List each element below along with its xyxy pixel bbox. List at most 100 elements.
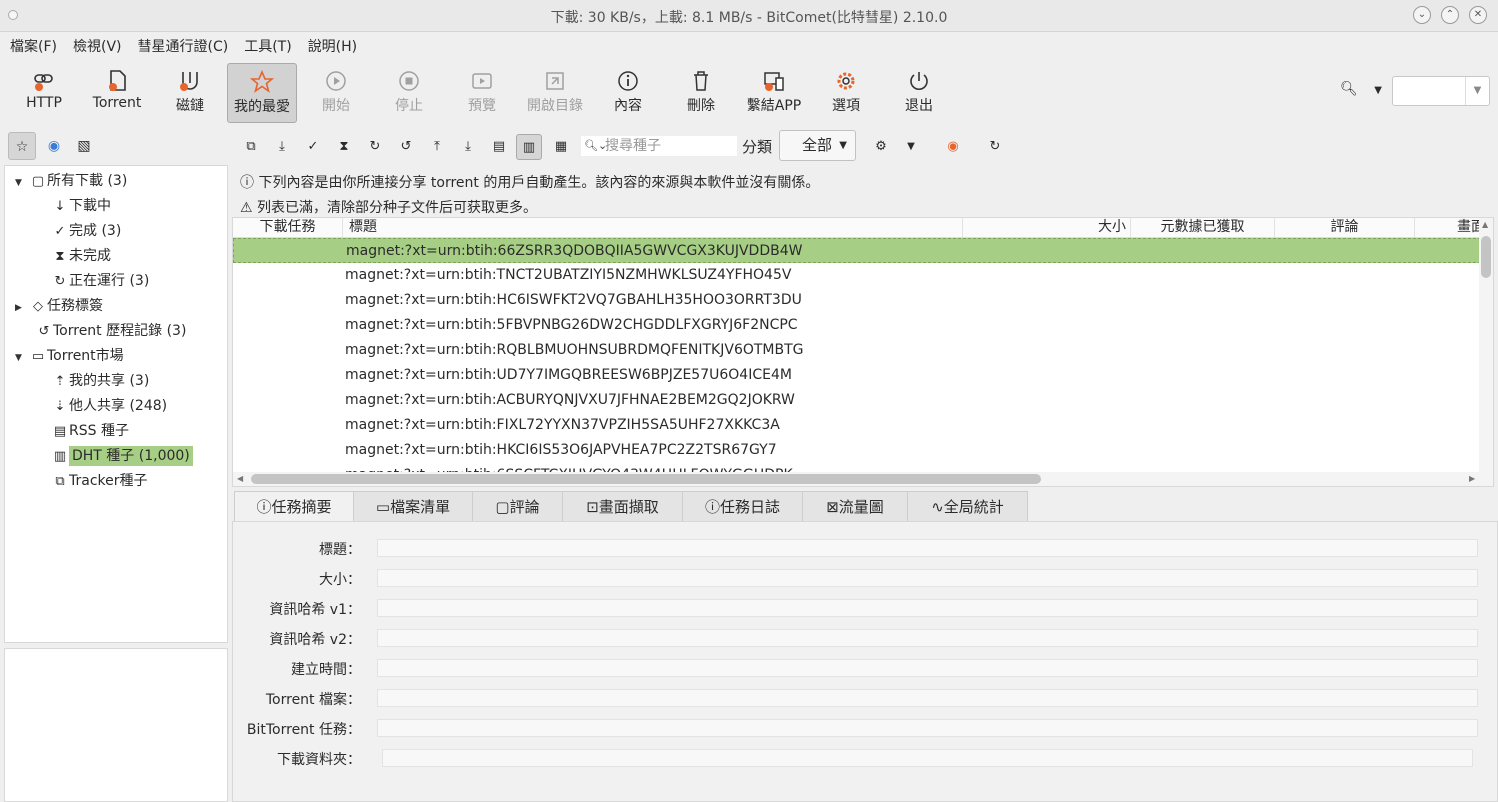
- collapsed-arrow-icon[interactable]: ▶: [15, 296, 29, 320]
- tree-rss[interactable]: ▤ RSS 種子: [51, 419, 129, 443]
- tracker-file-icon[interactable]: ▦: [548, 134, 574, 160]
- tree-tags[interactable]: ▶ ◇ 任務標簽: [15, 294, 103, 318]
- link-app-button[interactable]: 繫結APP: [742, 63, 806, 123]
- tree-downloading[interactable]: ↓ 下載中: [51, 194, 111, 218]
- expand-arrow-icon[interactable]: ▼: [15, 171, 29, 195]
- start-button[interactable]: 開始: [312, 63, 360, 123]
- tab-traffic-chart[interactable]: ⊠流量圖: [802, 491, 908, 522]
- collapse-icon[interactable]: ⌄: [1413, 6, 1431, 24]
- reload-icon[interactable]: ↻: [982, 134, 1008, 160]
- detail-label-infohash-v2: 資訊哈希 v2：: [269, 632, 361, 648]
- settings-dropdown-icon[interactable]: ▼: [898, 134, 924, 160]
- stop-button[interactable]: 停止: [385, 63, 433, 123]
- toolbar-combo[interactable]: ▼: [1392, 76, 1490, 106]
- tab-global-stats[interactable]: ∿全局統計: [907, 491, 1028, 522]
- scroll-right-icon[interactable]: ▶: [1469, 474, 1475, 483]
- tag-icon: ◇: [33, 299, 43, 314]
- table-row[interactable]: magnet:?xt=urn:btih:HC6ISWFKT2VQ7GBAHLH3…: [233, 288, 1481, 313]
- table-row[interactable]: magnet:?xt=urn:btih:TNCT2UBATZIYI5NZMHWK…: [233, 263, 1481, 288]
- properties-button[interactable]: 內容: [604, 63, 652, 123]
- table-row[interactable]: magnet:?xt=urn:btih:5FBVPNBG26DW2CHGDDLF…: [233, 313, 1481, 338]
- table-row[interactable]: magnet:?xt=urn:btih:66ZSRR3QDOBQIIA5GWVC…: [233, 238, 1481, 263]
- search-dropdown-icon[interactable]: ▼: [1374, 85, 1382, 96]
- hourglass-icon[interactable]: ⧗: [331, 134, 357, 160]
- check-icon[interactable]: ✓: [300, 134, 326, 160]
- column-header-task[interactable]: 下載任務: [233, 218, 343, 238]
- download-line-icon[interactable]: ⤓: [455, 134, 481, 160]
- table-row[interactable]: magnet:?xt=urn:btih:ACBURYQNJVXU7JFHNAE2…: [233, 388, 1481, 413]
- scroll-left-icon[interactable]: ◀: [237, 474, 243, 483]
- preview-button[interactable]: 預覽: [458, 63, 506, 123]
- magnet-button[interactable]: 磁鏈: [164, 63, 216, 123]
- download-icon[interactable]: ⤓: [269, 134, 295, 160]
- scroll-up-icon[interactable]: ▲: [1482, 220, 1488, 229]
- column-header-metadata[interactable]: 元數據已獲取: [1131, 218, 1275, 238]
- column-header-screenshot[interactable]: 畫面: [1415, 218, 1485, 238]
- table-row[interactable]: magnet:?xt=urn:btih:RQBLBMUOHNSUBRDMQFEN…: [233, 338, 1481, 363]
- horizontal-scroll-thumb[interactable]: [251, 474, 1041, 484]
- record-icon[interactable]: ◉: [940, 134, 966, 160]
- dht-file-icon[interactable]: ▥: [516, 134, 542, 160]
- chevron-down-icon[interactable]: ▼: [1465, 77, 1489, 105]
- detail-label-size: 大小：: [319, 572, 361, 588]
- toolbar-search-icon[interactable]: 🔍︎ ▼: [1340, 81, 1382, 97]
- download-arrow-icon: ⇣: [54, 399, 66, 414]
- close-icon[interactable]: ✕: [1469, 6, 1487, 24]
- tree-tracker[interactable]: ⧉ Tracker種子: [51, 469, 147, 493]
- expand-arrow-icon[interactable]: ▼: [15, 346, 29, 370]
- tree-dht[interactable]: ▥ DHT 種子 (1,000): [51, 444, 193, 468]
- column-header-size[interactable]: 大小: [963, 218, 1131, 238]
- tab-summary[interactable]: ⓘ任務摘要: [234, 491, 354, 523]
- settings-gear-icon[interactable]: ⚙: [868, 134, 894, 160]
- search-extra-field[interactable]: [715, 136, 737, 156]
- torrent-search-input[interactable]: 🔍︎⌄ 搜尋種子: [581, 136, 715, 156]
- torrent-button[interactable]: Torrent: [86, 63, 148, 123]
- tree-completed[interactable]: ✓ 完成 (3): [51, 219, 122, 243]
- restore-icon[interactable]: ⌃: [1441, 6, 1459, 24]
- menu-file[interactable]: 檔案(F): [0, 33, 63, 56]
- tree-running[interactable]: ↻ 正在運行 (3): [51, 269, 150, 293]
- column-header-title[interactable]: 標題: [343, 218, 963, 238]
- tab-screenshots[interactable]: ⊡畫面擷取: [562, 491, 683, 522]
- upload-icon[interactable]: ⤒: [424, 134, 450, 160]
- refresh-icon[interactable]: ↻: [362, 134, 388, 160]
- tree-market[interactable]: ▼ ▭ Torrent市場: [15, 344, 124, 368]
- menu-help[interactable]: 說明(H): [298, 33, 363, 56]
- http-button[interactable]: HTTP: [16, 63, 72, 123]
- history-icon[interactable]: ↺: [393, 134, 419, 160]
- menu-view[interactable]: 檢視(V): [63, 33, 128, 56]
- table-row[interactable]: magnet:?xt=urn:btih:UD7Y7IMGQBREESW6BPJZ…: [233, 363, 1481, 388]
- column-header-comments[interactable]: 評論: [1275, 218, 1415, 238]
- rss-file-icon[interactable]: ▤: [486, 134, 512, 160]
- tree-history[interactable]: ↺ Torrent 歷程記錄 (3): [35, 319, 187, 343]
- menu-tools[interactable]: 工具(T): [234, 33, 297, 56]
- rss-file-icon: ▤: [53, 424, 67, 439]
- table-row[interactable]: magnet:?xt=urn:btih:FIXL72YYXN37VPZIH5SA…: [233, 413, 1481, 438]
- tracker-icon: ⧉: [55, 474, 65, 489]
- exit-button[interactable]: 退出: [895, 63, 943, 123]
- tree-others-shares[interactable]: ⇣ 他人共享 (248): [51, 394, 168, 418]
- horizontal-scrollbar[interactable]: ◀ ▶: [233, 472, 1493, 486]
- vertical-scrollbar[interactable]: ▲: [1479, 218, 1493, 472]
- tab-file-list[interactable]: ▭檔案清單: [353, 491, 473, 522]
- tree-incomplete[interactable]: ⧗ 未完成: [51, 244, 111, 268]
- favorites-button[interactable]: 我的最愛: [227, 63, 297, 123]
- vertical-scroll-thumb[interactable]: [1481, 236, 1491, 278]
- category-label: 分類: [742, 138, 773, 156]
- options-button[interactable]: 選項: [822, 63, 870, 123]
- favorites-view-button[interactable]: ☆: [8, 132, 36, 160]
- menu-passport[interactable]: 彗星通行證(C): [128, 33, 235, 56]
- open-directory-button[interactable]: 開啟目錄: [522, 63, 588, 123]
- tab-comments[interactable]: ▢評論: [472, 491, 563, 522]
- category-dropdown[interactable]: 全部 ▼: [779, 130, 856, 161]
- rss-view-button[interactable]: ▧: [70, 132, 98, 160]
- tab-task-log[interactable]: ⓘ任務日誌: [682, 491, 803, 522]
- table-row[interactable]: magnet:?xt=urn:btih:HKCI6IS53O6JAPVHEA7P…: [233, 438, 1481, 463]
- stop-icon: [385, 63, 433, 95]
- copy-icon[interactable]: ⧉: [238, 134, 264, 160]
- delete-button[interactable]: 刪除: [677, 63, 725, 123]
- category-tree: ▼ ▢ 所有下載 (3) ↓ 下載中 ✓ 完成 (3) ⧗ 未完成 ↻ 正在運行 (3) ▶…: [4, 165, 228, 643]
- tree-all-downloads[interactable]: ▼ ▢ 所有下載 (3): [15, 169, 127, 193]
- tree-my-shares[interactable]: ⇡ 我的共享 (3): [51, 369, 150, 393]
- browser-view-button[interactable]: ◉: [40, 132, 68, 160]
